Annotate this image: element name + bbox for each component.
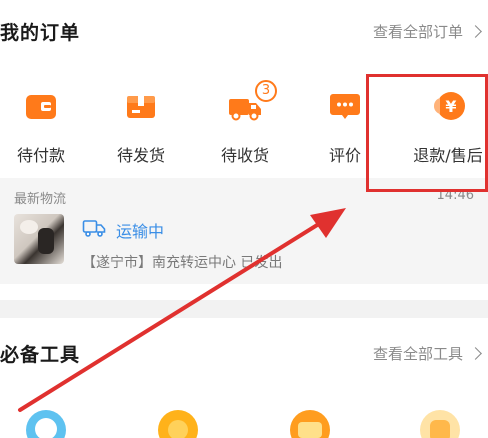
orders-title: 我的订单: [0, 22, 81, 44]
order-status-row: 待付款 待发货 3 待收货 评价 ¥ 退款/售后: [0, 80, 488, 176]
comment-icon: [330, 94, 360, 119]
order-review[interactable]: 评价: [300, 86, 390, 176]
order-refund-aftersales[interactable]: ¥ 退款/售后: [400, 86, 488, 176]
product-image-highlight: [20, 220, 38, 234]
tools-header: 必备工具 查看全部工具: [0, 318, 488, 382]
order-pending-shipment[interactable]: 待发货: [96, 86, 186, 176]
essential-tools-card: 必备工具 查看全部工具: [0, 318, 488, 438]
pet-face-icon: [35, 418, 57, 438]
logistics-title: 最新物流: [14, 192, 67, 207]
order-pending-payment[interactable]: 待付款: [0, 86, 86, 176]
view-all-tools-label: 查看全部工具: [372, 345, 463, 363]
tools-row: [0, 410, 488, 438]
transit-truck-icon: [82, 220, 106, 237]
chevron-right-icon: [469, 347, 482, 360]
delivery-badge-count: 3: [261, 83, 271, 98]
gift-face-icon: [430, 420, 450, 438]
my-orders-card: 我的订单 查看全部订单 待付款 待发货 3 待收货 评价 ¥ 退款/售后 最新物…: [0, 0, 488, 300]
logistics-time: 14:46: [436, 188, 474, 203]
delivery-badge: 3: [255, 80, 277, 102]
coupon-icon: [168, 420, 188, 438]
view-all-orders-link[interactable]: 查看全部订单: [372, 21, 482, 42]
view-all-tools-link[interactable]: 查看全部工具: [372, 343, 482, 364]
tools-title: 必备工具: [0, 344, 81, 366]
product-image: [38, 228, 54, 254]
orders-header: 我的订单 查看全部订单: [0, 0, 488, 64]
pet-tool-icon[interactable]: [26, 410, 66, 438]
order-pending-receipt[interactable]: 3 待收货: [200, 80, 290, 176]
logistics-status: 运输中: [116, 222, 165, 241]
order-pending-shipment-label: 待发货: [116, 146, 165, 165]
refund-yen-icon: ¥: [433, 92, 465, 120]
wallet-icon: [26, 95, 56, 119]
order-pending-payment-label: 待付款: [16, 146, 65, 165]
product-thumbnail: [14, 214, 64, 264]
order-refund-label: 退款/售后: [413, 146, 483, 165]
view-all-orders-label: 查看全部订单: [372, 23, 463, 41]
chevron-right-icon: [469, 25, 482, 38]
promo-tool-icon[interactable]: [290, 410, 330, 438]
promo-star-icon: [298, 422, 322, 438]
gift-tool-icon[interactable]: [420, 410, 460, 438]
svg-text:¥: ¥: [445, 97, 456, 116]
order-review-label: 评价: [328, 146, 361, 165]
coupon-tool-icon[interactable]: [158, 410, 198, 438]
package-icon: [127, 96, 155, 118]
order-pending-receipt-label: 待收货: [220, 146, 269, 165]
latest-logistics-panel[interactable]: 最新物流 14:46 运输中 【遂宁市】南充转运中心 已发出: [0, 178, 488, 284]
logistics-detail: 【遂宁市】南充转运中心 已发出: [82, 255, 283, 271]
